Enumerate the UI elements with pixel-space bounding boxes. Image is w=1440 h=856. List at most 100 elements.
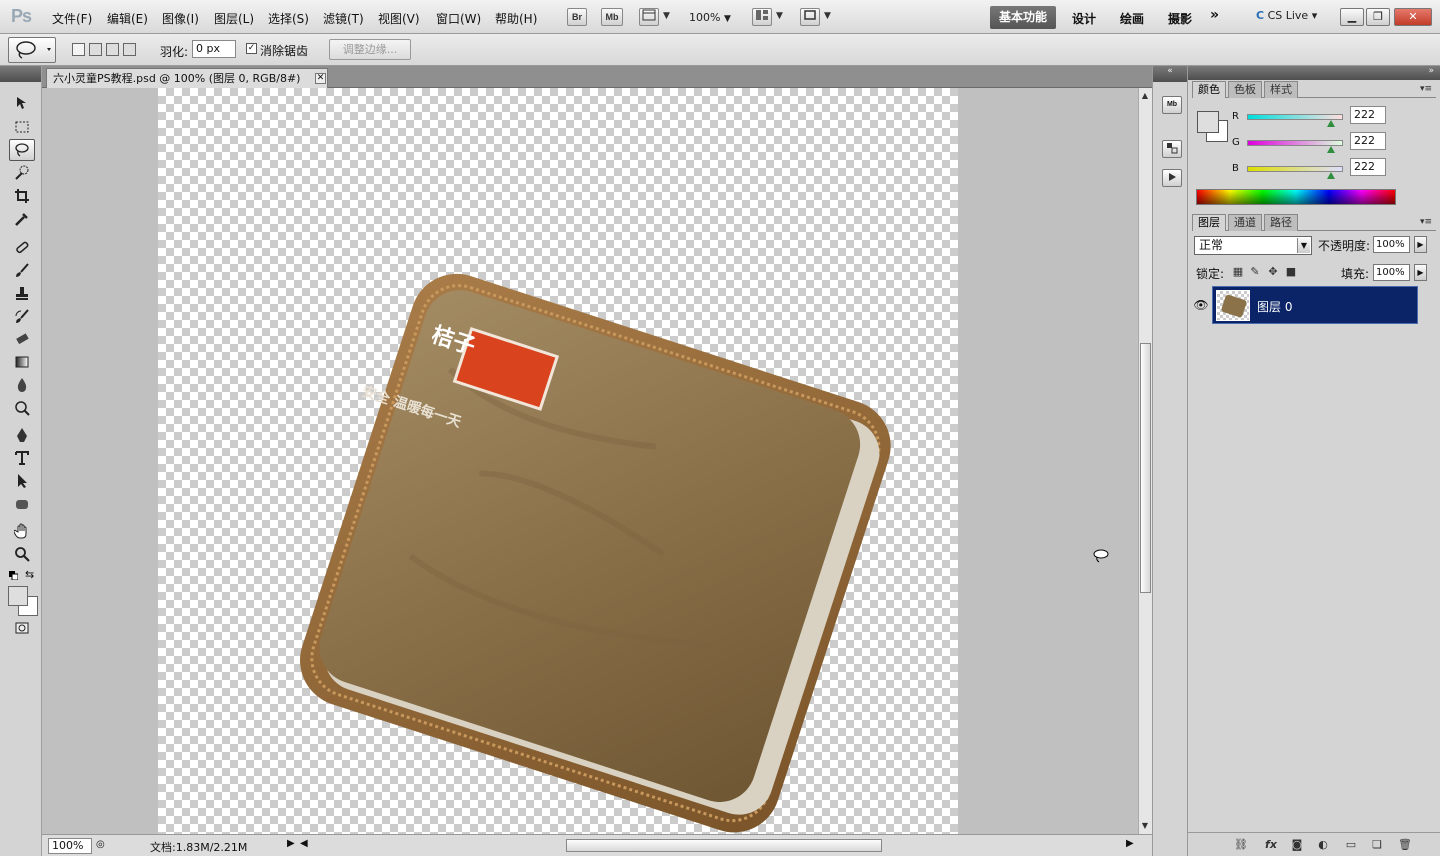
fill-input[interactable]: 100%: [1373, 264, 1410, 281]
shape-tool-icon[interactable]: [9, 493, 35, 515]
screen-mode-icon[interactable]: [800, 8, 820, 26]
history-panel-icon[interactable]: [1162, 140, 1182, 158]
screen-mode-dropdown-icon[interactable]: ▼: [824, 11, 831, 21]
layers-panel-menu-icon[interactable]: ▾≡: [1420, 217, 1432, 227]
document-tab[interactable]: 六小灵童PS教程.psd @ 100% (图层 0, RGB/8#) ✕: [46, 68, 328, 88]
crop-tool-icon[interactable]: [9, 185, 35, 207]
color-panel-foreground-swatch[interactable]: [1197, 111, 1219, 133]
lock-position-icon[interactable]: ✥: [1267, 266, 1279, 278]
tab-swatches[interactable]: 色板: [1228, 81, 1262, 98]
status-menu-arrow-icon[interactable]: ▶: [287, 838, 295, 849]
vertical-scrollbar[interactable]: ▲ ▼: [1138, 88, 1152, 834]
layer-name[interactable]: 图层 0: [1257, 298, 1292, 315]
status-info-icon[interactable]: ◎: [96, 839, 105, 850]
mini-bridge-panel-icon[interactable]: Mb: [1162, 96, 1182, 114]
dodge-tool-icon[interactable]: [9, 397, 35, 419]
lock-image-pixels-icon[interactable]: ✎: [1249, 266, 1261, 278]
view-extras-icon[interactable]: [639, 8, 659, 26]
add-to-selection-mode-icon[interactable]: [89, 43, 102, 56]
pen-tool-icon[interactable]: [9, 424, 35, 446]
feather-input[interactable]: 0 px: [192, 40, 236, 58]
layer-visibility-eye-icon[interactable]: 👁: [1192, 286, 1210, 324]
hand-tool-icon[interactable]: [9, 520, 35, 542]
horizontal-scroll-thumb[interactable]: [566, 839, 882, 852]
scroll-left-icon[interactable]: ◀: [300, 838, 308, 849]
default-colors-icon[interactable]: [9, 570, 19, 581]
vertical-scroll-thumb[interactable]: [1140, 343, 1151, 593]
marquee-tool-icon[interactable]: [9, 116, 35, 138]
new-group-icon[interactable]: ▭: [1344, 838, 1358, 852]
swap-colors-icon[interactable]: ⇆: [25, 568, 34, 581]
intersect-selection-mode-icon[interactable]: [123, 43, 136, 56]
gradient-tool-icon[interactable]: [9, 351, 35, 373]
cs-live-menu[interactable]: C CS Live ▾: [1256, 9, 1317, 22]
more-workspaces-button[interactable]: »: [1210, 7, 1219, 23]
workspace-essentials[interactable]: 基本功能: [990, 6, 1056, 29]
antialias-checkbox[interactable]: ✓: [246, 43, 257, 54]
restore-window-button[interactable]: ❐: [1366, 8, 1390, 26]
menu-filter[interactable]: 滤镜(T): [323, 10, 364, 27]
scroll-right-icon[interactable]: ▶: [1126, 838, 1134, 849]
move-tool-icon[interactable]: [9, 92, 35, 114]
add-layer-mask-icon[interactable]: ◙: [1290, 838, 1304, 852]
tab-layers[interactable]: 图层: [1192, 214, 1226, 231]
red-channel-input[interactable]: 222: [1350, 106, 1386, 124]
clone-stamp-tool-icon[interactable]: [9, 282, 35, 304]
zoom-tool-icon[interactable]: [9, 543, 35, 565]
foreground-color-swatch[interactable]: [8, 586, 28, 606]
arrange-dropdown-icon[interactable]: ▼: [776, 11, 783, 21]
lasso-tool-icon[interactable]: [9, 139, 35, 161]
close-document-icon[interactable]: ✕: [315, 73, 326, 84]
workspace-painting[interactable]: 绘画: [1120, 10, 1144, 27]
delete-layer-icon[interactable]: 🗑: [1398, 838, 1412, 852]
zoom-level-dropdown[interactable]: 100% ▼: [689, 11, 731, 24]
eyedropper-tool-icon[interactable]: [9, 208, 35, 230]
scroll-down-icon[interactable]: ▼: [1139, 820, 1151, 832]
canvas-area[interactable]: 桔子 安全 温暖每一天: [42, 88, 1138, 834]
green-channel-input[interactable]: 222: [1350, 132, 1386, 150]
menu-view[interactable]: 视图(V): [378, 10, 420, 27]
tab-channels[interactable]: 通道: [1228, 214, 1262, 231]
workspace-design[interactable]: 设计: [1072, 10, 1096, 27]
zoom-percentage-field[interactable]: 100%: [48, 838, 92, 854]
view-extras-dropdown-icon[interactable]: ▼: [663, 11, 670, 21]
toolbox-header[interactable]: [0, 66, 41, 82]
lock-all-icon[interactable]: ■: [1285, 266, 1297, 278]
healing-brush-tool-icon[interactable]: [9, 236, 35, 258]
path-selection-tool-icon[interactable]: [9, 470, 35, 492]
tab-styles[interactable]: 样式: [1264, 81, 1298, 98]
new-selection-mode-icon[interactable]: [72, 43, 85, 56]
panels-collapse-bar[interactable]: »: [1188, 66, 1440, 80]
close-window-button[interactable]: ✕: [1394, 8, 1432, 26]
type-tool-icon[interactable]: [9, 447, 35, 469]
layer-row[interactable]: 图层 0: [1212, 286, 1418, 324]
refine-edge-button[interactable]: 调整边缘...: [329, 39, 411, 60]
menu-layer[interactable]: 图层(L): [214, 10, 254, 27]
link-layers-icon[interactable]: ⛓: [1234, 838, 1248, 852]
document-canvas[interactable]: 桔子 安全 温暖每一天: [158, 88, 958, 834]
tab-color[interactable]: 颜色: [1192, 81, 1226, 98]
menu-edit[interactable]: 编辑(E): [107, 10, 148, 27]
opacity-slider-toggle-icon[interactable]: ▶: [1414, 236, 1427, 253]
scroll-up-icon[interactable]: ▲: [1139, 90, 1151, 102]
menu-window[interactable]: 窗口(W): [436, 10, 481, 27]
layer-style-fx-icon[interactable]: fx: [1264, 838, 1278, 852]
quick-mask-icon[interactable]: [9, 617, 35, 639]
blue-channel-input[interactable]: 222: [1350, 158, 1386, 176]
red-slider-thumb[interactable]: [1327, 120, 1335, 127]
color-spectrum-ramp[interactable]: [1196, 189, 1396, 205]
eraser-tool-icon[interactable]: [9, 328, 35, 350]
dock-collapse-bar[interactable]: «: [1153, 66, 1187, 82]
opacity-input[interactable]: 100%: [1373, 236, 1410, 253]
tool-preset-picker[interactable]: [8, 37, 56, 63]
fill-slider-toggle-icon[interactable]: ▶: [1414, 264, 1427, 281]
workspace-photography[interactable]: 摄影: [1168, 10, 1192, 27]
new-layer-icon[interactable]: ❏: [1370, 838, 1384, 852]
green-slider-thumb[interactable]: [1327, 146, 1335, 153]
blue-slider-thumb[interactable]: [1327, 172, 1335, 179]
menu-image[interactable]: 图像(I): [162, 10, 199, 27]
menu-help[interactable]: 帮助(H): [495, 10, 537, 27]
minimize-window-button[interactable]: ▁: [1340, 8, 1364, 26]
actions-panel-icon[interactable]: [1162, 169, 1182, 187]
blend-mode-select[interactable]: 正常 ▼: [1194, 236, 1312, 255]
